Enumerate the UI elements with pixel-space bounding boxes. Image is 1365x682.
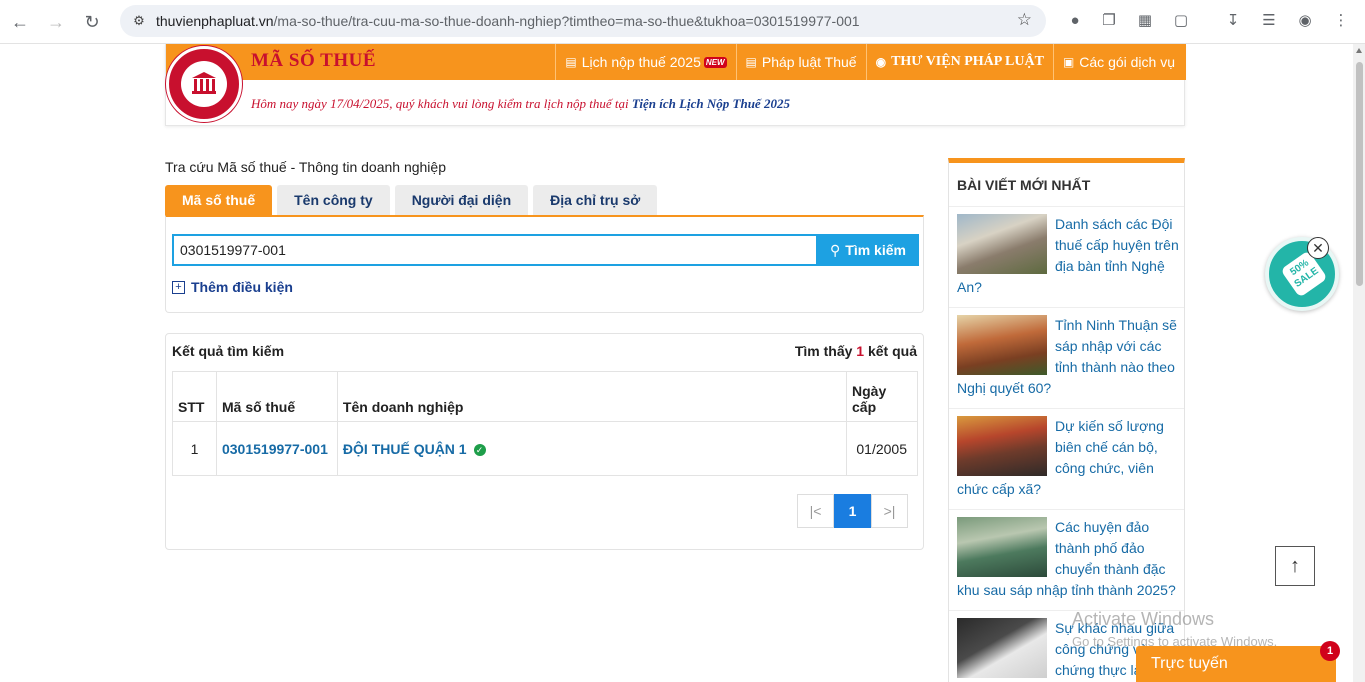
address-bar[interactable]: ⚙ thuvienphapluat.vn/ma-so-thue/tra-cuu-… [120, 5, 1046, 37]
search-icon: ⚲ [830, 241, 841, 258]
column-header: Mã số thuế [215, 371, 338, 422]
top-navigation: ▤ Lịch nộp thuế 2025 NEW ▤ Pháp luật Thu… [555, 44, 1184, 80]
url-text: thuvienphapluat.vn/ma-so-thue/tra-cuu-ma… [156, 13, 860, 29]
nav-tax-calendar[interactable]: ▤ Lịch nộp thuế 2025 NEW [555, 44, 735, 80]
tab-address[interactable]: Địa chỉ trụ sở [533, 185, 658, 215]
tab-tax-code[interactable]: Mã số thuế [165, 185, 273, 215]
scrollbar-thumb[interactable] [1356, 62, 1363, 286]
close-icon[interactable]: ✕ [1307, 237, 1329, 259]
site-settings-icon[interactable]: ⚙ [130, 12, 148, 30]
post-item[interactable]: Dự kiến số lượng biên chế cán bộ, công c… [949, 408, 1184, 509]
back-to-top-button[interactable]: ↑ [1275, 546, 1315, 586]
tax-code-link[interactable]: 0301519977-001 [215, 421, 338, 476]
extension-icon[interactable]: ● [1064, 10, 1086, 32]
more-conditions-link[interactable]: + Thêm điều kiện [172, 279, 293, 295]
media-icon[interactable]: ☰ [1258, 10, 1280, 32]
table-row: 1 0301519977-001 ĐỘI THUẾ QUẬN 1 ✓ 01/20… [172, 421, 918, 476]
post-thumbnail[interactable] [957, 618, 1047, 678]
sidebar-title: BÀI VIẾT MỚI NHẤT [957, 177, 1091, 193]
page-scrollbar[interactable] [1353, 44, 1365, 682]
results-count: Tìm thấy 1 kết quả [794, 343, 917, 359]
page-button-1[interactable]: 1 [834, 494, 871, 528]
bookmark-star-icon[interactable]: ☆ [1017, 10, 1032, 30]
online-chat-button[interactable]: Trực tuyến [1136, 646, 1336, 682]
table-header-row: STT Mã số thuế Tên doanh nghiệp Ngày cấp [172, 371, 918, 422]
back-icon[interactable]: ← [8, 10, 32, 34]
cell-stt: 1 [172, 421, 217, 476]
column-header: Ngày cấp [846, 371, 918, 422]
search-input[interactable] [172, 234, 818, 266]
plus-icon: + [172, 280, 185, 294]
post-thumbnail[interactable] [957, 416, 1047, 476]
notification-badge: 1 [1320, 641, 1340, 661]
tab-company-name[interactable]: Tên công ty [277, 185, 390, 215]
post-thumbnail[interactable] [957, 214, 1047, 274]
document-icon: ▤ [745, 55, 757, 69]
post-item[interactable]: Danh sách các Đội thuế cấp huyện trên đị… [949, 206, 1184, 307]
bag-icon: ▣ [1062, 55, 1075, 69]
cell-issue-date: 01/2005 [846, 421, 918, 476]
nav-service-packages[interactable]: ▣ Các gói dịch vụ [1052, 44, 1184, 80]
tab-representative[interactable]: Người đại diện [394, 185, 529, 215]
post-thumbnail[interactable] [957, 517, 1047, 577]
company-name-link[interactable]: ĐỘI THUẾ QUẬN 1 [343, 441, 467, 457]
browser-toolbar: ← → ↻ ⚙ thuvienphapluat.vn/ma-so-thue/tr… [0, 0, 1365, 44]
post-item[interactable]: Tỉnh Ninh Thuận sẽ sáp nhập với các tỉnh… [949, 307, 1184, 408]
forward-icon[interactable]: → [44, 10, 68, 34]
menu-icon[interactable]: ⋮ [1330, 10, 1352, 32]
latest-posts-sidebar: BÀI VIẾT MỚI NHẤT Danh sách các Đội thuế… [948, 158, 1185, 682]
last-page-button[interactable]: >| [871, 494, 908, 528]
windows-watermark: Activate Windows [1072, 609, 1215, 629]
column-header: Tên doanh nghiệp [336, 371, 848, 422]
tax-calendar-link[interactable]: Tiện ích Lịch Nộp Thuế 2025 [632, 96, 790, 111]
post-thumbnail[interactable] [957, 315, 1047, 375]
site-title[interactable]: MÃ SỐ THUẾ [251, 50, 376, 72]
site-logo[interactable] [166, 46, 242, 122]
site-header: MÃ SỐ THUẾ ▤ Lịch nộp thuế 2025 NEW ▤ Ph… [165, 44, 1186, 126]
profile-icon[interactable]: ◉ [1294, 10, 1316, 32]
first-page-button[interactable]: |< [797, 494, 834, 528]
results-panel: Kết quả tìm kiếm Tìm thấy 1 kết quả STT … [165, 333, 924, 550]
calendar-icon[interactable]: ▦ [1134, 10, 1156, 32]
post-item[interactable]: Các huyện đảo thành phố đảo chuyển thành… [949, 509, 1184, 610]
page-content: MÃ SỐ THUẾ ▤ Lịch nộp thuế 2025 NEW ▤ Ph… [0, 44, 1353, 682]
logo-small-icon: ◉ [875, 54, 887, 69]
search-button[interactable]: ⚲ Tìm kiếm [817, 234, 919, 266]
pillars-icon [192, 72, 216, 94]
arrow-up-icon: ↑ [1290, 554, 1300, 577]
column-header: STT [172, 371, 217, 422]
puzzle-icon[interactable]: ▢ [1170, 10, 1192, 32]
nav-law-library[interactable]: ◉ THƯ VIỆN PHÁP LUẬT [865, 44, 1053, 80]
notice-text: Hôm nay ngày 17/04/2025, quý khách vui l… [251, 96, 790, 111]
section-title: Tra cứu Mã số thuế - Thông tin doanh ngh… [165, 159, 446, 175]
search-tabs: Mã số thuế Tên công ty Người đại diện Đị… [165, 185, 662, 215]
results-table: STT Mã số thuế Tên doanh nghiệp Ngày cấp… [172, 371, 918, 476]
download-icon[interactable]: ↧ [1222, 10, 1244, 32]
company-name-cell[interactable]: ĐỘI THUẾ QUẬN 1 ✓ [336, 421, 848, 476]
scroll-up-icon[interactable] [1356, 48, 1362, 53]
reload-icon[interactable]: ↻ [80, 10, 104, 34]
pagination: |< 1 >| [797, 494, 908, 528]
calendar-icon: ▤ [565, 55, 577, 69]
nav-tax-law[interactable]: ▤ Pháp luật Thuế [735, 44, 866, 80]
copy-icon[interactable]: ❐ [1098, 10, 1120, 32]
search-panel: ⚲ Tìm kiếm + Thêm điều kiện [165, 215, 924, 313]
new-badge: NEW [703, 56, 727, 68]
verified-check-icon: ✓ [473, 443, 486, 456]
results-title: Kết quả tìm kiếm [172, 343, 285, 359]
